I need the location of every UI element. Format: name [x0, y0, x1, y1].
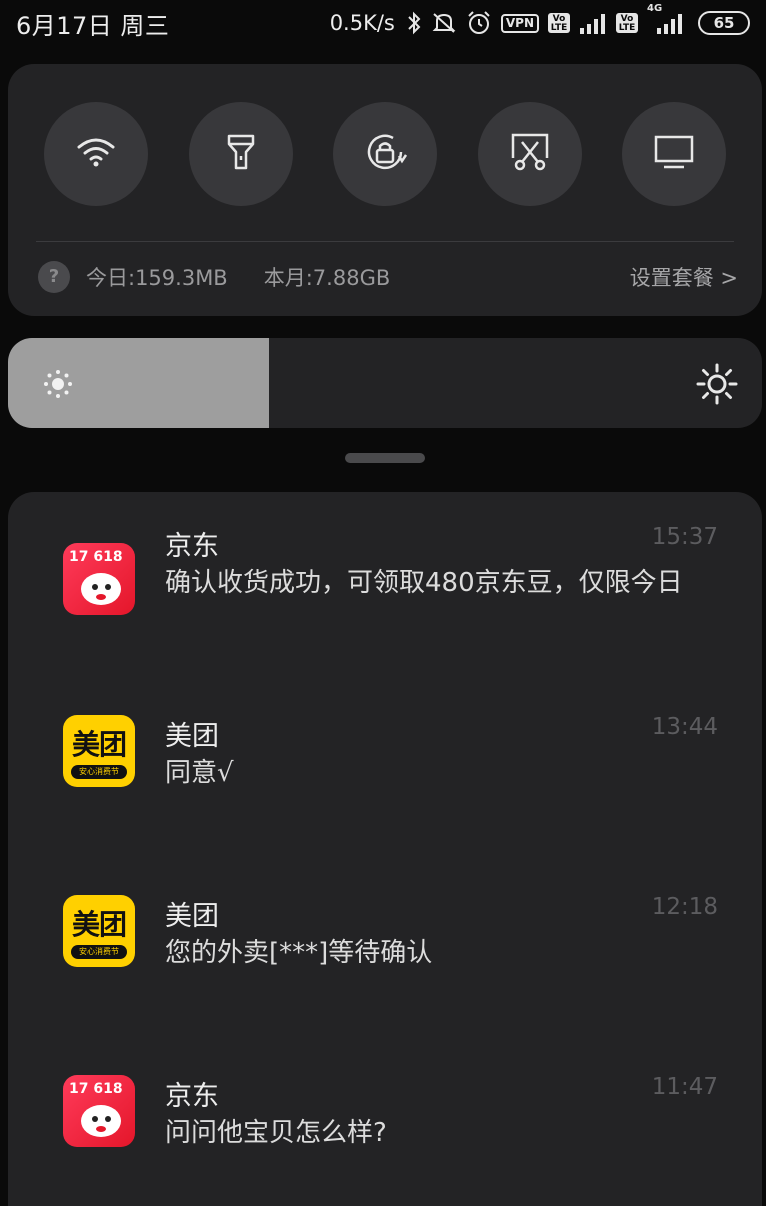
flashlight-icon	[224, 132, 258, 176]
wifi-toggle[interactable]	[44, 102, 148, 206]
flashlight-toggle[interactable]	[188, 102, 293, 206]
meituan-app-icon: 美团 安心消费节	[63, 895, 135, 967]
notification-item[interactable]: 17 618 京东 11:47 问问他宝贝怎么样?	[8, 1042, 762, 1206]
screenshot-toggle[interactable]	[477, 102, 582, 206]
status-bar: 6月17日 周三 0.5K/s VPN Vo LTE Vo LTE 4G 65	[0, 0, 766, 46]
notification-body: 确认收货成功，可领取480京东豆，仅限今日	[165, 568, 683, 598]
rotation-lock-icon	[363, 130, 408, 178]
notification-item[interactable]: 17 618 京东 15:37 确认收货成功，可领取480京东豆，仅限今日	[8, 492, 762, 672]
notification-app-name: 京东	[165, 531, 219, 562]
set-plan-link[interactable]: 设置套餐 >	[630, 262, 738, 292]
drag-handle[interactable]	[345, 453, 425, 463]
jd-app-icon: 17 618	[63, 543, 135, 615]
notification-time: 13:44	[651, 714, 718, 740]
brightness-slider[interactable]	[8, 338, 762, 428]
screenshot-icon	[510, 132, 550, 176]
bluetooth-icon	[406, 11, 422, 35]
quick-settings-panel: ? 今日:159.3MB 本月:7.88GB 设置套餐 >	[8, 64, 762, 316]
data-usage-row: ? 今日:159.3MB 本月:7.88GB 设置套餐 >	[38, 260, 738, 294]
mute-icon	[431, 11, 457, 35]
status-icons: 0.5K/s VPN Vo LTE Vo LTE 4G 65	[329, 3, 750, 36]
net-speed: 0.5K/s	[329, 11, 395, 35]
status-date: 6月17日 周三	[16, 11, 170, 40]
signal-icon	[579, 12, 607, 34]
meituan-icon-label: 美团	[71, 728, 127, 761]
divider	[36, 241, 734, 242]
notification-body: 您的外卖[***]等待确认	[165, 938, 433, 968]
quick-toggles	[44, 102, 726, 206]
jd-app-icon: 17 618	[63, 1075, 135, 1147]
meituan-icon-sub: 安心消费节	[71, 945, 127, 959]
volte-icon: Vo LTE	[548, 13, 570, 33]
notification-list: 17 618 京东 15:37 确认收货成功，可领取480京东豆，仅限今日 美团…	[8, 492, 762, 1206]
meituan-app-icon: 美团 安心消费节	[63, 715, 135, 787]
meituan-icon-label: 美团	[71, 908, 127, 941]
notification-time: 11:47	[651, 1074, 718, 1100]
alarm-icon	[466, 10, 492, 36]
brightness-high-icon	[696, 363, 738, 409]
rotation-lock-toggle[interactable]	[333, 102, 437, 206]
cast-screen-toggle[interactable]	[622, 102, 726, 206]
notification-app-name: 京东	[165, 1081, 219, 1112]
notification-time: 15:37	[651, 524, 718, 550]
battery-icon: 65	[698, 11, 750, 35]
notification-time: 12:18	[651, 894, 718, 920]
brightness-low-icon	[40, 366, 76, 406]
cast-screen-icon	[654, 135, 694, 173]
notification-body: 同意√	[165, 758, 234, 788]
notification-item[interactable]: 美团 安心消费节 美团 13:44 同意√	[8, 682, 762, 852]
help-icon[interactable]: ?	[38, 261, 70, 293]
volte-icon-2: Vo LTE	[616, 13, 638, 33]
wifi-icon	[76, 136, 116, 172]
network-type: 4G	[647, 3, 663, 14]
notification-app-name: 美团	[165, 721, 219, 752]
signal-4g-icon: 4G	[647, 3, 689, 34]
vpn-icon: VPN	[500, 13, 539, 33]
notification-app-name: 美团	[165, 901, 219, 932]
data-today: 今日:159.3MB	[86, 266, 228, 290]
notification-body: 问问他宝贝怎么样?	[165, 1118, 387, 1148]
data-month: 本月:7.88GB	[263, 266, 391, 290]
notification-item[interactable]: 美团 安心消费节 美团 12:18 您的外卖[***]等待确认	[8, 862, 762, 1032]
meituan-icon-sub: 安心消费节	[71, 765, 127, 779]
